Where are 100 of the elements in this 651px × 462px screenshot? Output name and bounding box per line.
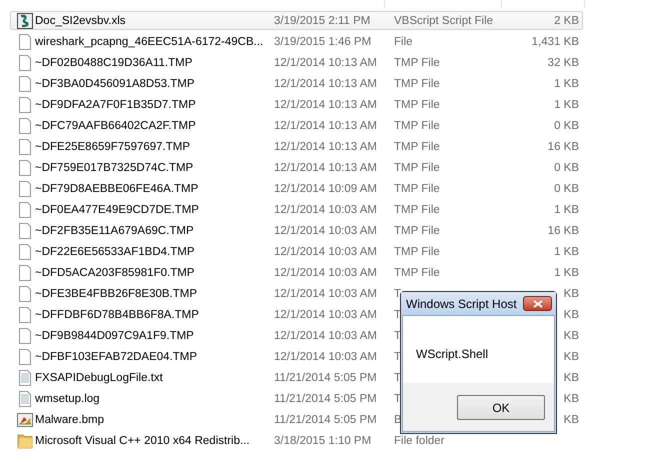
date-modified: 12/1/2014 10:13 AM <box>274 56 378 68</box>
file-type: TMP File <box>394 224 440 236</box>
file-size: 1 KB <box>553 98 579 110</box>
file-name: ~DF79D8AEBBE06FE46A.TMP <box>34 182 200 194</box>
date-modified: 12/1/2014 10:03 AM <box>274 350 378 362</box>
blank-file-icon <box>17 76 33 92</box>
file-type: VBScript Script File <box>394 14 494 26</box>
blank-file-icon <box>17 244 33 260</box>
close-button[interactable] <box>523 296 552 311</box>
file-name: ~DFC79AAFB66402CA2F.TMP <box>34 120 197 132</box>
date-modified: 11/21/2014 5:05 PM <box>274 414 378 426</box>
date-modified: 12/1/2014 10:03 AM <box>274 308 378 320</box>
file-type: TMP File <box>394 266 440 278</box>
file-size: KB <box>562 308 579 320</box>
file-type: TMP File <box>394 56 440 68</box>
file-type: TMP File <box>394 140 440 152</box>
file-name: Malware.bmp <box>34 414 106 426</box>
file-name: ~DFE25E8659F7597697.TMP <box>34 140 192 152</box>
file-type: TMP File <box>394 182 440 194</box>
ok-button[interactable]: OK <box>457 395 545 420</box>
file-size: 0 KB <box>553 182 579 194</box>
file-type: File <box>394 36 413 48</box>
file-name: ~DFD5ACA203F85981F0.TMP <box>34 266 196 278</box>
blank-file-icon <box>17 306 33 322</box>
file-name: ~DF0EA477E49E9CD7DE.TMP <box>34 204 200 216</box>
file-type: T <box>394 288 402 300</box>
date-modified: 12/1/2014 10:03 AM <box>274 266 378 278</box>
date-modified: 12/1/2014 10:13 AM <box>274 120 378 132</box>
date-modified: 12/1/2014 10:03 AM <box>274 224 378 236</box>
file-size: 1 KB <box>553 204 579 216</box>
date-modified: 12/1/2014 10:03 AM <box>274 204 378 216</box>
date-modified: 12/1/2014 10:03 AM <box>274 288 378 300</box>
file-name: ~DF9B9844D097C9A1F9.TMP <box>34 330 195 342</box>
date-modified: 12/1/2014 10:13 AM <box>274 140 378 152</box>
date-modified: 12/1/2014 10:03 AM <box>274 330 378 342</box>
file-name: ~DF3BA0D456091A8D53.TMP <box>34 78 196 90</box>
file-type: TMP File <box>394 162 440 174</box>
file-size: 2 KB <box>553 14 579 26</box>
file-size: KB <box>562 372 579 384</box>
file-size: KB <box>562 414 579 426</box>
file-type: TMP File <box>394 78 440 90</box>
file-name: ~DFFDBF6D78B4BB6F8A.TMP <box>34 308 200 320</box>
file-size: KB <box>562 392 579 404</box>
date-modified: 12/1/2014 10:13 AM <box>274 78 378 90</box>
script-file-icon <box>17 12 33 28</box>
dialog-message: WScript.Shell <box>416 347 488 361</box>
file-name: wireshark_pcapng_46EEC51A-6172-49CB... <box>34 36 264 48</box>
blank-file-icon <box>17 328 33 344</box>
text-file-icon <box>17 390 33 406</box>
file-name: Doc_SI2evsbv.xls <box>34 14 127 26</box>
file-name: wmsetup.log <box>34 392 101 404</box>
file-type: TMP File <box>394 120 440 132</box>
file-size: 16 KB <box>546 140 579 152</box>
blank-file-icon <box>17 138 33 154</box>
file-size: 32 KB <box>546 56 579 68</box>
file-name: ~DF02B0488C19D36A11.TMP <box>34 56 194 68</box>
date-modified: 11/21/2014 5:05 PM <box>274 392 378 404</box>
file-size: KB <box>562 288 579 300</box>
paint-image-icon <box>17 412 33 428</box>
folder-icon <box>17 432 33 448</box>
blank-file-icon <box>17 264 33 280</box>
file-size: 0 KB <box>553 162 579 174</box>
file-name: ~DF759E017B7325D74C.TMP <box>34 162 194 174</box>
file-name: ~DF2FB35E11A679A69C.TMP <box>34 224 195 236</box>
file-size: KB <box>562 350 579 362</box>
file-size: 1 KB <box>553 246 579 258</box>
blank-file-icon <box>17 96 33 112</box>
file-name: ~DFE3BE4FBB26F8E30B.TMP <box>34 288 198 300</box>
blank-file-icon <box>17 222 33 238</box>
date-modified: 3/19/2015 1:46 PM <box>274 36 372 48</box>
blank-file-icon <box>17 286 33 302</box>
date-modified: 12/1/2014 10:09 AM <box>274 182 378 194</box>
file-size: 1 KB <box>553 78 579 90</box>
file-size: 1,431 KB <box>530 36 579 48</box>
date-modified: 12/1/2014 10:13 AM <box>274 98 378 110</box>
file-type: TMP File <box>394 204 440 216</box>
file-size: 16 KB <box>546 224 579 236</box>
file-size: KB <box>562 330 579 342</box>
file-name: Microsoft Visual C++ 2010 x64 Redistrib... <box>34 434 251 446</box>
file-name: ~DFBF103EFAB72DAE04.TMP <box>34 350 198 362</box>
file-name: ~DF22E6E56533AF1BD4.TMP <box>34 246 196 258</box>
blank-file-icon <box>17 348 33 364</box>
file-size: 0 KB <box>553 120 579 132</box>
file-name: ~DF9DFA2A7F0F1B35D7.TMP <box>34 98 197 110</box>
date-modified: 11/21/2014 5:05 PM <box>274 372 378 384</box>
file-name: FXSAPIDebugLogFile.txt <box>34 372 164 384</box>
text-file-icon <box>17 370 33 386</box>
date-modified: 12/1/2014 10:03 AM <box>274 246 378 258</box>
blank-file-icon <box>17 54 33 70</box>
date-modified: 3/19/2015 2:11 PM <box>274 14 372 26</box>
blank-file-icon <box>17 118 33 134</box>
date-modified: 12/1/2014 10:13 AM <box>274 162 378 174</box>
blank-file-icon <box>17 160 33 176</box>
blank-file-icon <box>17 180 33 196</box>
dialog-title: Windows Script Host <box>406 296 517 310</box>
date-modified: 3/18/2015 1:10 PM <box>274 434 372 446</box>
close-icon <box>532 300 542 308</box>
selected-row[interactable]: Doc_SI2evsbv.xls 3/19/2015 2:11 PM VBScript Script File 2 KB <box>10 11 583 30</box>
blank-file-icon <box>17 202 33 218</box>
file-size: 1 KB <box>553 266 579 278</box>
